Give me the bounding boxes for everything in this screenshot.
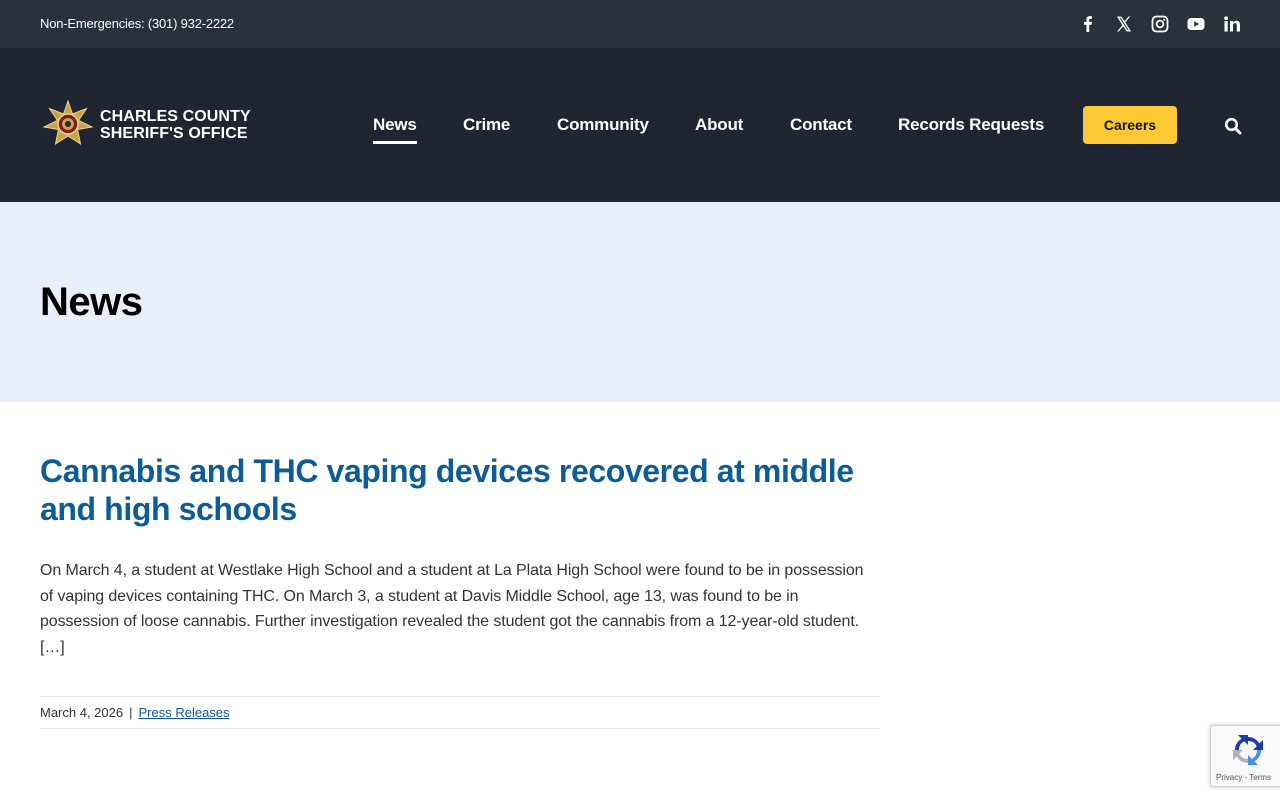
- top-bar: Non-Emergencies: (301) 932-2222: [0, 0, 1280, 48]
- nav-item-records-requests[interactable]: Records Requests: [898, 115, 1044, 135]
- logo-text: CHARLES COUNTY SHERIFF'S OFFICE: [100, 108, 251, 142]
- nav-item-crime[interactable]: Crime: [463, 115, 510, 135]
- page-title: News: [40, 280, 143, 324]
- main-header: CHARLES COUNTY SHERIFF'S OFFICE News Cri…: [0, 48, 1280, 202]
- post-category-link[interactable]: Press Releases: [139, 705, 230, 720]
- nav-item-about[interactable]: About: [695, 115, 743, 135]
- recaptcha-terms[interactable]: Privacy - Terms: [1216, 773, 1271, 782]
- non-emergency-phone[interactable]: Non-Emergencies: (301) 932-2222: [40, 16, 234, 31]
- logo-line-2: SHERIFF'S OFFICE: [100, 125, 248, 142]
- news-post: Cannabis and THC vaping devices recovere…: [40, 452, 880, 661]
- logo-line-1: CHARLES COUNTY: [100, 108, 251, 125]
- nav-item-news[interactable]: News: [373, 115, 417, 144]
- recaptcha-icon: [1233, 735, 1263, 765]
- sheriff-star-badge-icon: [42, 100, 94, 146]
- social-links: [1078, 14, 1242, 34]
- site-logo[interactable]: CHARLES COUNTY SHERIFF'S OFFICE: [42, 100, 251, 150]
- nav-item-community[interactable]: Community: [557, 115, 649, 135]
- linkedin-icon[interactable]: [1222, 14, 1242, 34]
- x-icon[interactable]: [1114, 14, 1134, 34]
- facebook-icon[interactable]: [1078, 14, 1098, 34]
- recaptcha-badge[interactable]: Privacy - Terms: [1210, 725, 1280, 787]
- instagram-icon[interactable]: [1150, 14, 1170, 34]
- post-title-link[interactable]: Cannabis and THC vaping devices recovere…: [40, 452, 880, 528]
- search-icon[interactable]: [1224, 117, 1242, 135]
- careers-button[interactable]: Careers: [1083, 106, 1177, 144]
- page-title-banner: News: [0, 202, 1280, 402]
- youtube-icon[interactable]: [1186, 14, 1206, 34]
- nav-item-contact[interactable]: Contact: [790, 115, 852, 135]
- post-meta: March 4, 2026 | Press Releases: [40, 696, 880, 729]
- meta-separator: |: [129, 705, 133, 720]
- post-excerpt: On March 4, a student at Westlake High S…: [40, 562, 864, 657]
- post-date: March 4, 2026: [40, 705, 124, 720]
